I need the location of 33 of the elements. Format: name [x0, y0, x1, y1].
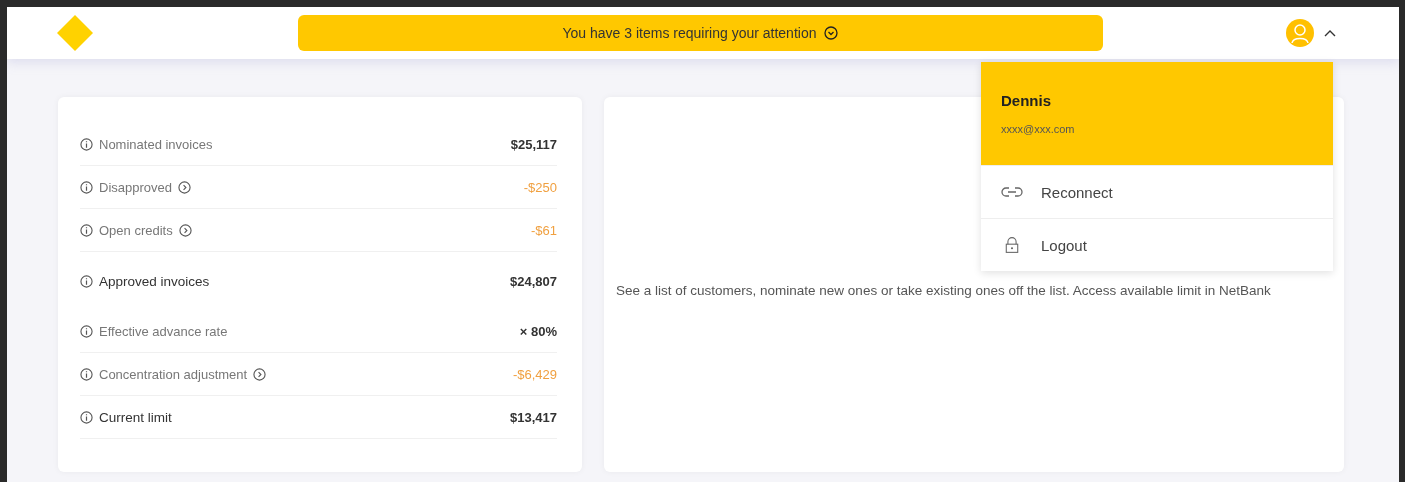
info-icon[interactable] [80, 324, 93, 338]
user-email: xxxx@xxx.com [1001, 123, 1076, 135]
row-value: -$250 [523, 179, 557, 195]
menu-item[interactable]: Reconnect [981, 165, 1333, 218]
row-label: Effective advance rate [99, 323, 228, 339]
chevron-circle-icon[interactable] [178, 223, 192, 237]
row-value: -$61 [530, 222, 557, 238]
user-name: Dennis [1001, 92, 1052, 109]
row-value: × 80% [519, 323, 557, 339]
row-value: $25,117 [510, 136, 557, 152]
chevron-circle-icon[interactable] [253, 367, 267, 381]
info-icon[interactable] [80, 223, 93, 237]
row-label: Current limit [99, 409, 172, 425]
row-value: -$6,429 [512, 366, 557, 382]
chevron-circle-icon [824, 26, 839, 40]
row-label: Open credits [99, 222, 173, 238]
customers-description: See a list of customers, nominate new ones or take existing ones off the list. Access available limit in NetBank [616, 282, 1271, 301]
attention-banner[interactable]: You have 3 items requiring your attention [298, 15, 1103, 51]
attention-text: You have 3 items requiring your attention [562, 25, 817, 41]
row-value: $24,807 [510, 273, 557, 289]
info-icon[interactable] [80, 274, 93, 288]
info-icon[interactable] [80, 410, 93, 424]
row-value: $13,417 [510, 409, 557, 425]
row-label: Nominated invoices [99, 136, 213, 152]
menu-item[interactable]: Logout [981, 218, 1333, 271]
row-label: Disapproved [99, 179, 172, 195]
chevron-circle-icon[interactable] [178, 180, 191, 194]
info-icon[interactable] [80, 367, 93, 381]
caret-icon[interactable] [1324, 29, 1336, 37]
info-icon[interactable] [80, 180, 93, 194]
row-label: Approved invoices [99, 273, 210, 289]
row-label: Concentration adjustment [99, 366, 248, 382]
info-icon[interactable] [80, 137, 93, 151]
